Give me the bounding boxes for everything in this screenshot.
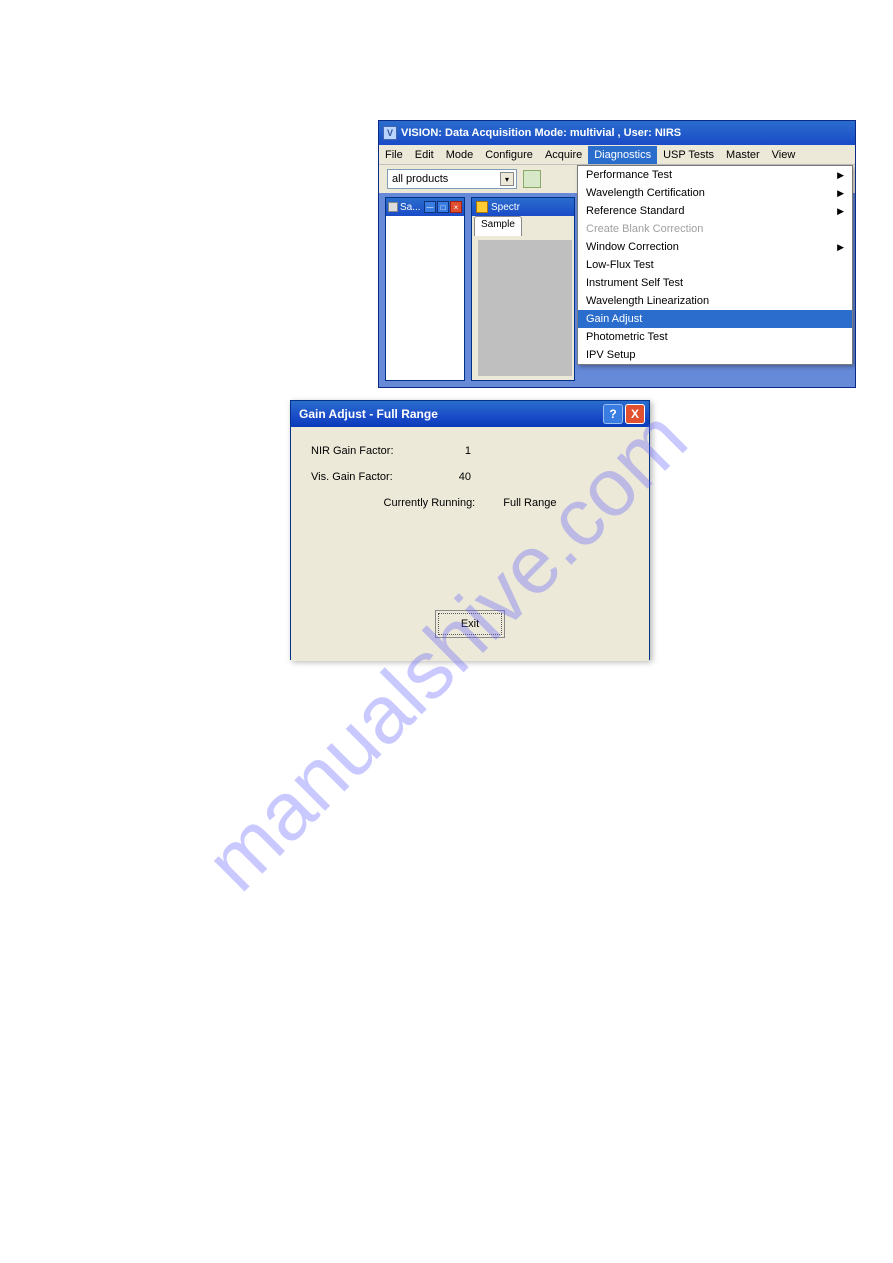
vis-gain-row: Vis. Gain Factor: 40 xyxy=(311,471,629,483)
gain-adjust-titlebar: Gain Adjust - Full Range ? X xyxy=(291,401,649,427)
spectr-plot-area xyxy=(478,240,572,376)
app-icon: V xyxy=(383,126,397,140)
dropdown-item-ipv-setup[interactable]: IPV Setup xyxy=(578,346,852,364)
dropdown-item-instrument-self-test[interactable]: Instrument Self Test xyxy=(578,274,852,292)
menu-mode[interactable]: Mode xyxy=(440,146,480,164)
dropdown-item-performance-test[interactable]: Performance Test ▶ xyxy=(578,166,852,184)
currently-running-value: Full Range xyxy=(503,497,556,509)
menu-usp-tests[interactable]: USP Tests xyxy=(657,146,720,164)
gain-adjust-title: Gain Adjust - Full Range xyxy=(299,407,438,421)
submenu-arrow-icon: ▶ xyxy=(837,188,844,199)
tab-sample[interactable]: Sample xyxy=(474,216,522,236)
menu-master[interactable]: Master xyxy=(720,146,766,164)
submenu-arrow-icon: ▶ xyxy=(837,242,844,253)
vision-menubar: File Edit Mode Configure Acquire Diagnos… xyxy=(379,145,855,165)
child-window-spectr-title: Spectr xyxy=(491,202,520,213)
child-window-spectr-titlebar: Spectr xyxy=(472,198,574,216)
menu-configure[interactable]: Configure xyxy=(479,146,539,164)
dropdown-item-label: Gain Adjust xyxy=(586,313,642,325)
product-combo[interactable]: all products ▾ xyxy=(387,169,517,189)
vis-gain-label: Vis. Gain Factor: xyxy=(311,471,431,483)
dropdown-item-label: IPV Setup xyxy=(586,349,636,361)
maximize-icon[interactable]: □ xyxy=(437,201,449,213)
vision-title: VISION: Data Acquisition Mode: multivial… xyxy=(401,127,681,139)
toolbar-icon[interactable] xyxy=(523,170,541,188)
dropdown-item-label: Window Correction xyxy=(586,241,679,253)
child-window-sa[interactable]: Sa... □ × xyxy=(385,197,465,381)
help-button[interactable]: ? xyxy=(603,404,623,424)
submenu-arrow-icon: ▶ xyxy=(837,170,844,181)
vision-main-window: V VISION: Data Acquisition Mode: multivi… xyxy=(378,120,856,388)
dropdown-item-label: Reference Standard xyxy=(586,205,684,217)
nir-gain-label: NIR Gain Factor: xyxy=(311,445,431,457)
gain-adjust-body: NIR Gain Factor: 1 Vis. Gain Factor: 40 … xyxy=(291,427,649,661)
child-window-sa-title: Sa... xyxy=(400,202,421,213)
menu-edit[interactable]: Edit xyxy=(409,146,440,164)
dropdown-item-label: Wavelength Linearization xyxy=(586,295,709,307)
gain-adjust-dialog: Gain Adjust - Full Range ? X NIR Gain Fa… xyxy=(290,400,650,660)
dropdown-item-label: Create Blank Correction xyxy=(586,223,703,235)
vis-gain-value: 40 xyxy=(431,471,471,483)
product-combo-value: all products xyxy=(392,173,448,185)
dropdown-item-label: Performance Test xyxy=(586,169,672,181)
dropdown-item-label: Wavelength Certification xyxy=(586,187,705,199)
dropdown-item-wavelength-linearization[interactable]: Wavelength Linearization xyxy=(578,292,852,310)
dropdown-item-gain-adjust[interactable]: Gain Adjust xyxy=(578,310,852,328)
exit-button[interactable]: Exit xyxy=(438,613,502,635)
diagnostics-dropdown: Performance Test▶Wavelength Certificatio… xyxy=(577,165,853,365)
vision-titlebar: V VISION: Data Acquisition Mode: multivi… xyxy=(379,121,855,145)
dropdown-item-label: Low-Flux Test xyxy=(586,259,654,271)
window-icon xyxy=(388,202,398,212)
dropdown-item-label: Photometric Test xyxy=(586,331,668,343)
spectr-tabrow: Sample xyxy=(472,216,574,236)
dropdown-item-low-flux-test[interactable]: Low-Flux Test xyxy=(578,256,852,274)
nir-gain-value: 1 xyxy=(431,445,471,457)
menu-diagnostics[interactable]: Diagnostics xyxy=(588,146,657,164)
close-icon[interactable]: × xyxy=(450,201,462,213)
nir-gain-row: NIR Gain Factor: 1 xyxy=(311,445,629,457)
currently-running-row: Currently Running: Full Range xyxy=(311,497,629,509)
menu-view[interactable]: View xyxy=(766,146,802,164)
dropdown-item-create-blank-correction: Create Blank Correction xyxy=(578,220,852,238)
dropdown-item-photometric-test[interactable]: Photometric Test xyxy=(578,328,852,346)
dropdown-item-reference-standard[interactable]: Reference Standard ▶ xyxy=(578,202,852,220)
chevron-down-icon: ▾ xyxy=(500,172,514,186)
submenu-arrow-icon: ▶ xyxy=(837,206,844,217)
child-window-spectr[interactable]: Spectr Sample xyxy=(471,197,575,381)
close-button[interactable]: X xyxy=(625,404,645,424)
dropdown-item-label: Instrument Self Test xyxy=(586,277,683,289)
menu-acquire[interactable]: Acquire xyxy=(539,146,588,164)
minimize-icon[interactable] xyxy=(424,201,436,213)
dropdown-item-window-correction[interactable]: Window Correction ▶ xyxy=(578,238,852,256)
child-window-sa-titlebar: Sa... □ × xyxy=(386,198,464,216)
chart-icon xyxy=(476,201,488,213)
dropdown-item-wavelength-certification[interactable]: Wavelength Certification ▶ xyxy=(578,184,852,202)
menu-file[interactable]: File xyxy=(379,146,409,164)
currently-running-label: Currently Running: xyxy=(384,497,476,509)
